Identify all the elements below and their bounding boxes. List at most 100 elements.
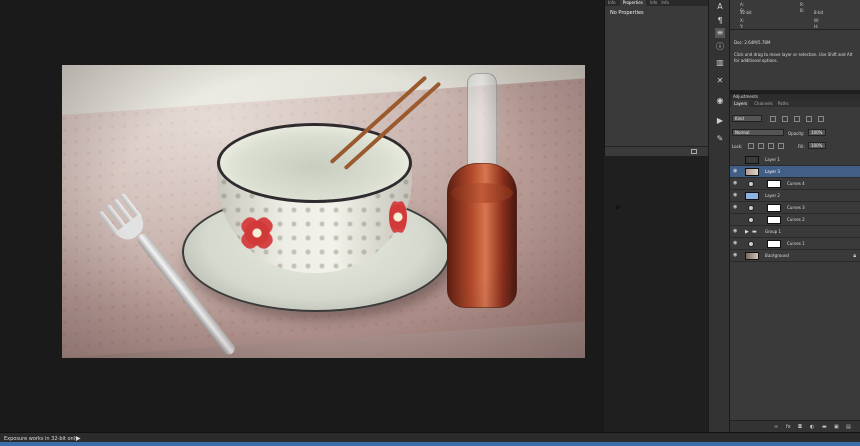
folder-icon: ▬ bbox=[752, 229, 757, 235]
document-canvas[interactable]: ➤ bbox=[0, 0, 622, 432]
brushes-icon[interactable]: ✎ bbox=[715, 134, 725, 144]
tab-info-3[interactable]: Info bbox=[661, 0, 669, 6]
new-layer-icon[interactable]: ▣ bbox=[834, 424, 839, 430]
eye-icon[interactable]: ◉ bbox=[733, 193, 739, 198]
expand-arrow-icon[interactable]: ▶ bbox=[745, 229, 749, 235]
tab-info-2[interactable]: Info bbox=[650, 0, 658, 6]
info-y: Y: bbox=[740, 24, 744, 29]
curves-icon bbox=[748, 205, 754, 211]
panel-dock-icons: A ¶ ≡ ⓘ ▥ ✕ ◉ ▶ ✎ bbox=[708, 0, 730, 432]
curves-icon bbox=[748, 217, 754, 223]
link-icon[interactable]: ∞ bbox=[774, 424, 778, 430]
layer-mask bbox=[767, 204, 781, 212]
blend-row: Normal Opacity: 100% bbox=[730, 128, 860, 138]
actions-icon[interactable]: ▶ bbox=[715, 116, 725, 126]
lock-all-icon[interactable] bbox=[778, 143, 784, 149]
info-icon[interactable]: ⓘ bbox=[715, 42, 725, 52]
properties-footer bbox=[605, 146, 709, 156]
eye-icon[interactable]: ◉ bbox=[733, 253, 739, 258]
curves-icon bbox=[748, 181, 754, 187]
taskbar bbox=[0, 442, 860, 446]
layer-thumbnail bbox=[745, 156, 759, 164]
filter-kind-select[interactable]: Kind bbox=[732, 115, 762, 122]
tab-layers[interactable]: Layers bbox=[732, 100, 750, 107]
status-menu-arrow-icon[interactable]: ▶ bbox=[76, 435, 81, 442]
filter-pixel-icon[interactable] bbox=[770, 116, 776, 122]
layer-row[interactable]: ◉ ▶ ▬ Group 1 bbox=[730, 226, 860, 238]
fill-input[interactable]: 100% bbox=[808, 142, 826, 149]
eye-icon[interactable]: ◉ bbox=[733, 229, 739, 234]
histogram-icon[interactable]: ▥ bbox=[715, 58, 725, 68]
info-b: B: bbox=[800, 8, 805, 13]
layer-name: Layer 1 bbox=[765, 157, 780, 162]
adjustment-icon[interactable]: ◐ bbox=[810, 424, 814, 430]
tab-info[interactable]: Info bbox=[608, 0, 616, 6]
tab-properties[interactable]: Properties bbox=[619, 0, 646, 6]
tab-channels[interactable]: Channels bbox=[754, 100, 773, 107]
paragraph-icon[interactable]: ¶ bbox=[715, 16, 725, 26]
info-r: R: bbox=[800, 2, 805, 7]
info-readouts: A: R: G: B: 32-bit 8-bit X: Y: W: H: bbox=[730, 0, 860, 30]
layer-name: Curves 2 bbox=[787, 217, 805, 222]
blend-mode-select[interactable]: Normal bbox=[732, 129, 784, 136]
mouse-cursor-icon: ➤ bbox=[614, 203, 622, 213]
opacity-input[interactable]: 100% bbox=[808, 129, 826, 136]
info-bitdepth: 32-bit bbox=[740, 10, 752, 15]
properties-icon[interactable]: ≡ bbox=[715, 28, 725, 38]
layers-footer: ∞ fx ◘ ◐ ▬ ▣ ▤ bbox=[730, 420, 860, 432]
properties-tabs: Info Properties Info Info bbox=[605, 0, 708, 6]
fill-value: 100% bbox=[811, 143, 823, 148]
layer-name: Curves 4 bbox=[787, 181, 805, 186]
layer-row[interactable]: Curves 2 bbox=[730, 214, 860, 226]
properties-panel: Info Properties Info Info No Properties bbox=[604, 0, 709, 156]
lock-label: Lock: bbox=[732, 144, 743, 149]
layer-mask bbox=[767, 240, 781, 248]
fill-label: Fill: bbox=[798, 144, 805, 149]
filter-smart-icon[interactable] bbox=[818, 116, 824, 122]
properties-title: No Properties bbox=[610, 10, 644, 16]
layer-thumbnail bbox=[745, 252, 759, 260]
tools-icon[interactable]: ✕ bbox=[715, 76, 725, 86]
layer-name: Background bbox=[765, 253, 789, 258]
opacity-label: Opacity: bbox=[788, 131, 805, 136]
layer-row[interactable]: ◉ Layer 3 bbox=[730, 166, 860, 178]
layers-panel: Adjustments Layers Channels Paths Kind N… bbox=[730, 93, 860, 432]
layer-row[interactable]: ◉ Curves 4 bbox=[730, 178, 860, 190]
eye-icon[interactable]: ◉ bbox=[733, 241, 739, 246]
tab-paths[interactable]: Paths bbox=[778, 100, 789, 107]
eye-icon[interactable]: ◉ bbox=[733, 181, 739, 186]
photo-image[interactable] bbox=[62, 65, 585, 358]
info-panel: A: R: G: B: 32-bit 8-bit X: Y: W: H: Doc… bbox=[730, 0, 860, 90]
layer-row[interactable]: ◉ Curves 3 bbox=[730, 202, 860, 214]
layer-name: Curves 3 bbox=[787, 205, 805, 210]
layer-row[interactable]: ◉ Curves 1 bbox=[730, 238, 860, 250]
layers-tabs: Layers Channels Paths bbox=[730, 100, 860, 107]
layer-row[interactable]: Layer 1 bbox=[730, 154, 860, 166]
mask-icon[interactable]: ◘ bbox=[798, 424, 802, 430]
lock-position-icon[interactable] bbox=[768, 143, 774, 149]
doc-size: Doc: 2.64M/5.78M bbox=[734, 40, 771, 45]
eye-icon[interactable]: ◉ bbox=[733, 205, 739, 210]
lock-transparent-icon[interactable] bbox=[748, 143, 754, 149]
layer-name: Curves 1 bbox=[787, 241, 805, 246]
layer-row[interactable]: ◉ Layer 2 bbox=[730, 190, 860, 202]
delete-icon[interactable] bbox=[691, 149, 697, 154]
fx-icon[interactable]: fx bbox=[786, 424, 791, 430]
blend-mode-label: Normal bbox=[735, 130, 750, 135]
filter-shape-icon[interactable] bbox=[806, 116, 812, 122]
lock-image-icon[interactable] bbox=[758, 143, 764, 149]
info-bitdepth-2: 8-bit bbox=[814, 10, 824, 15]
info-a: A: bbox=[740, 2, 745, 7]
info-h: H: bbox=[814, 24, 819, 29]
eye-icon[interactable]: ◉ bbox=[733, 169, 739, 174]
opacity-value: 100% bbox=[811, 130, 823, 135]
navigator-icon[interactable]: ◉ bbox=[715, 96, 725, 106]
layer-row[interactable]: ◉ Background 🔒︎ bbox=[730, 250, 860, 262]
filter-type-icon[interactable] bbox=[794, 116, 800, 122]
filter-adjustment-icon[interactable] bbox=[782, 116, 788, 122]
folder-icon[interactable]: ▬ bbox=[822, 424, 827, 430]
layer-thumbnail bbox=[745, 168, 759, 176]
character-icon[interactable]: A bbox=[715, 2, 725, 12]
filter-kind-label: Kind bbox=[735, 116, 744, 121]
trash-icon[interactable]: ▤ bbox=[846, 424, 851, 430]
